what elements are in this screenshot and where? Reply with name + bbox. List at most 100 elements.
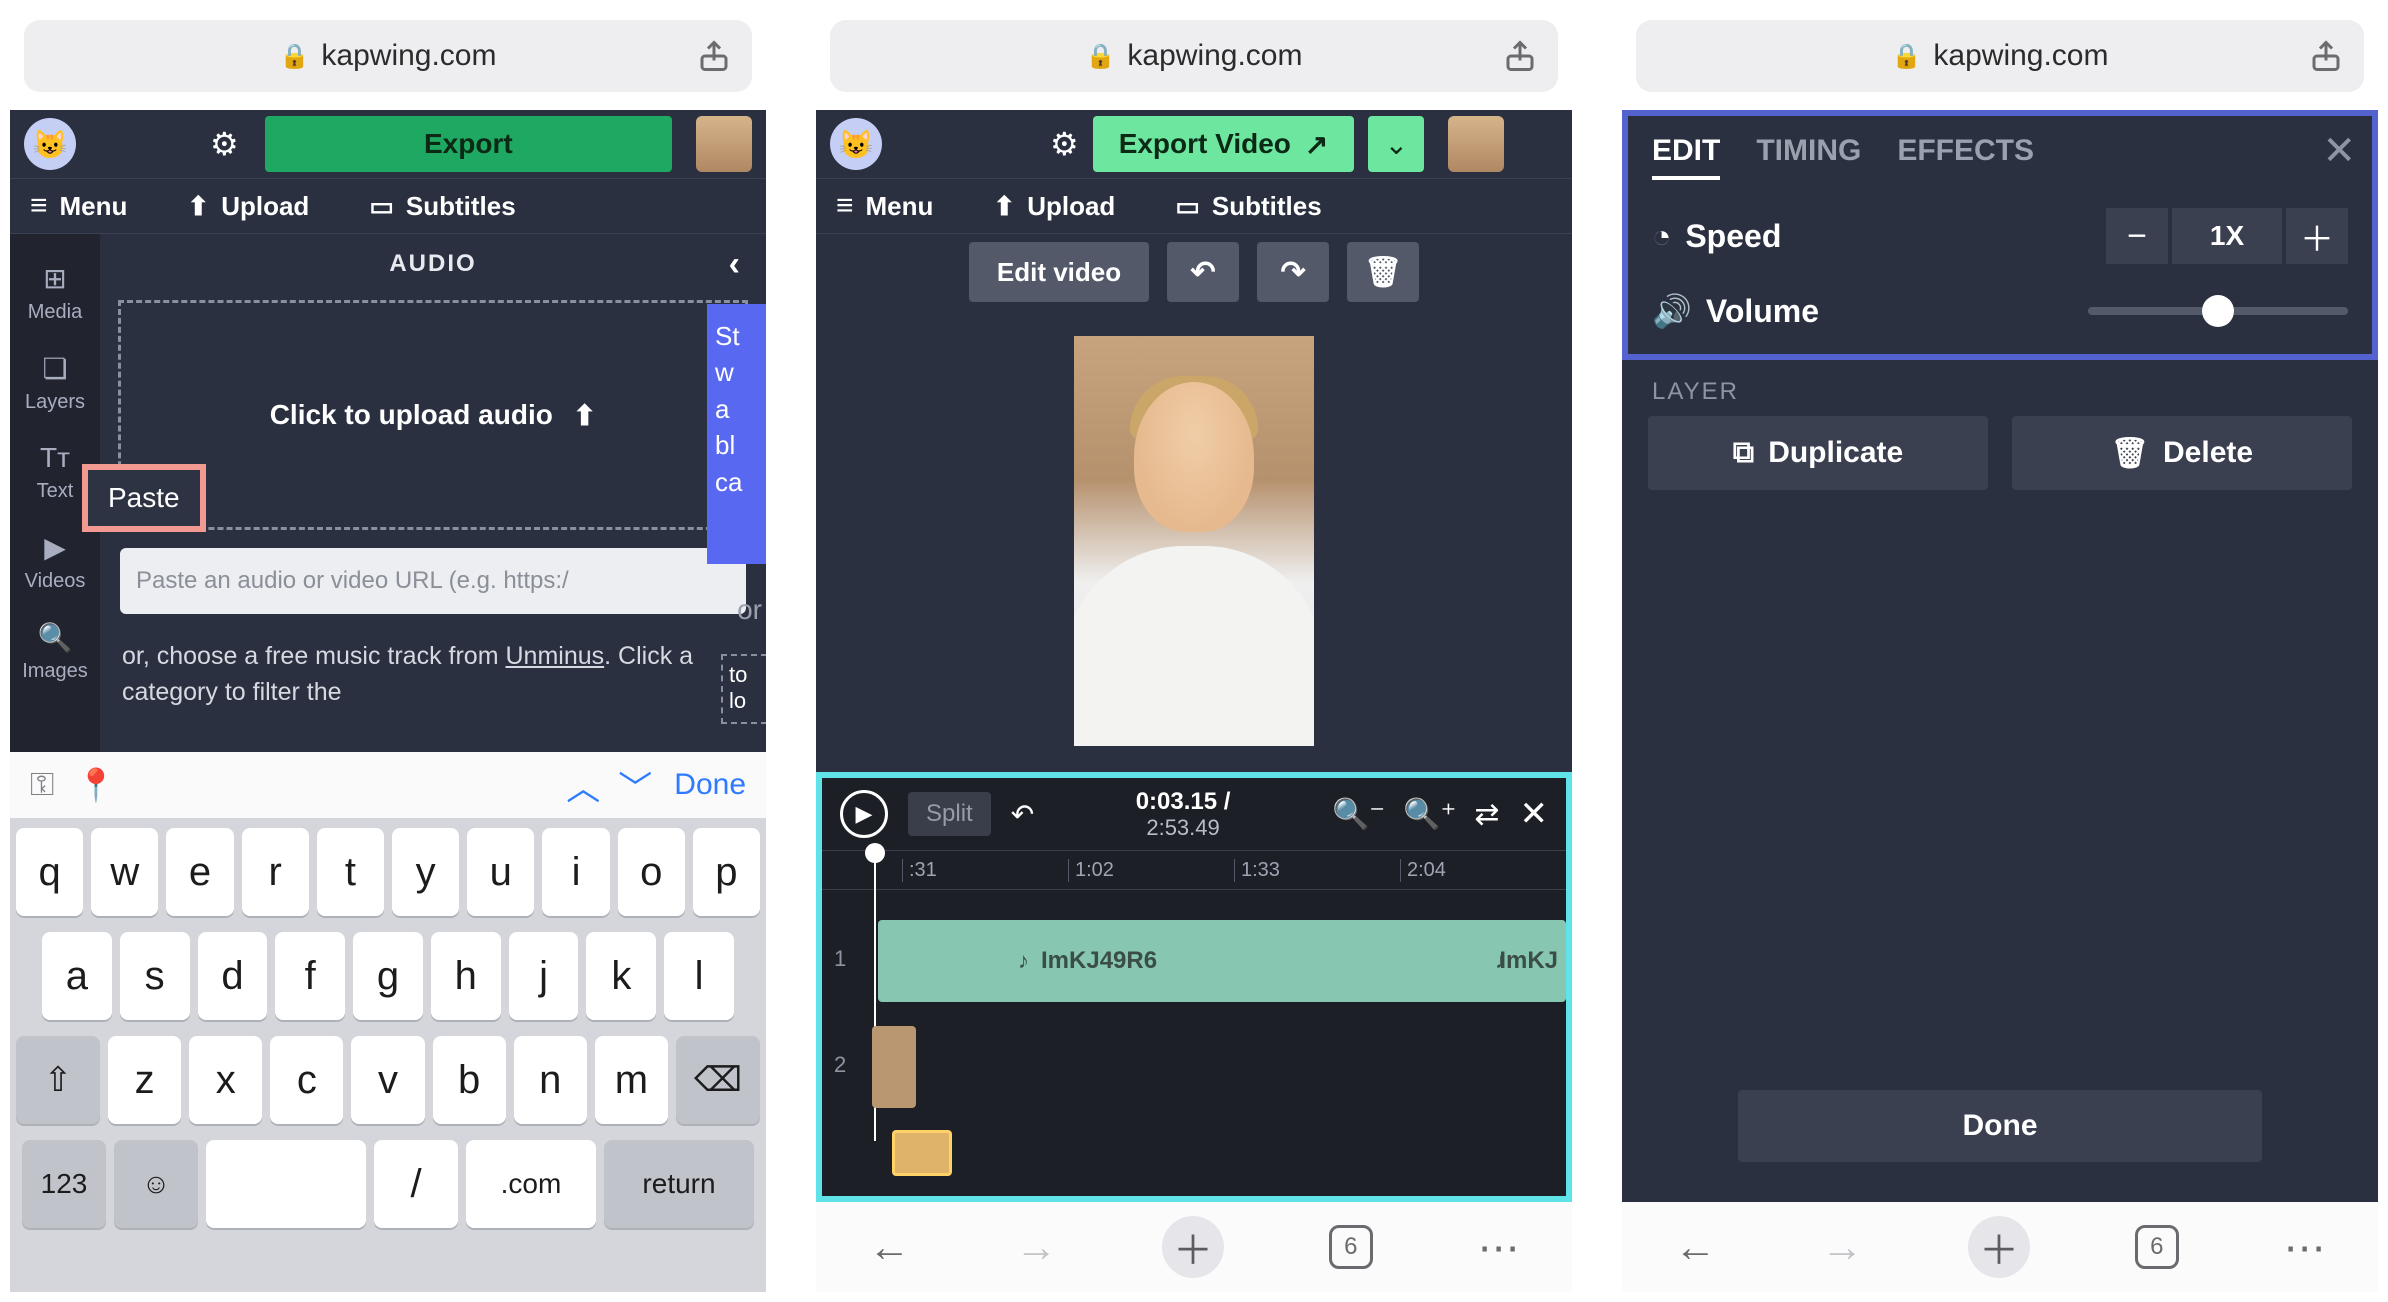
passwords-icon[interactable]: ⚿ xyxy=(30,766,54,804)
close-timeline-icon[interactable]: ✕ xyxy=(1520,794,1549,834)
slash-key[interactable]: / xyxy=(374,1140,458,1228)
side-media[interactable]: ⊞Media xyxy=(10,248,100,338)
slider-thumb[interactable] xyxy=(2202,295,2234,327)
share-icon[interactable] xyxy=(2308,38,2344,74)
kapwing-logo[interactable]: 😺 xyxy=(24,118,76,170)
avatar[interactable] xyxy=(1448,116,1504,172)
tab-timing[interactable]: TIMING xyxy=(1756,134,1861,180)
volume-slider[interactable] xyxy=(2088,307,2348,315)
side-layers[interactable]: ❏Layers xyxy=(10,338,100,428)
key-l[interactable]: l xyxy=(664,932,734,1020)
audio-clip[interactable]: ♪ ImKJ49R6 ♪ ImKJ xyxy=(878,920,1566,1002)
side-images[interactable]: 🔍Images xyxy=(10,607,100,697)
new-tab-button[interactable]: ＋ xyxy=(1968,1216,2030,1278)
speed-increase[interactable]: ＋ xyxy=(2286,208,2348,264)
key-m[interactable]: m xyxy=(595,1036,668,1124)
timeline-ruler[interactable]: :31 1:02 1:33 2:04 xyxy=(822,850,1566,890)
timeline-undo-icon[interactable]: ↶ xyxy=(1011,798,1034,831)
key-c[interactable]: c xyxy=(270,1036,343,1124)
export-video-button[interactable]: Export Video ↗ xyxy=(1093,116,1355,172)
export-button[interactable]: Export xyxy=(265,116,672,172)
upload-audio-dropzone[interactable]: Click to upload audio ⬆ xyxy=(118,300,748,530)
share-icon[interactable] xyxy=(696,38,732,74)
key-d[interactable]: d xyxy=(198,932,268,1020)
key-p[interactable]: p xyxy=(693,828,760,916)
numbers-key[interactable]: 123 xyxy=(22,1140,106,1228)
key-i[interactable]: i xyxy=(542,828,609,916)
key-q[interactable]: q xyxy=(16,828,83,916)
tab-count[interactable]: 6 xyxy=(2135,1225,2179,1269)
avatar[interactable] xyxy=(696,116,752,172)
key-z[interactable]: z xyxy=(108,1036,181,1124)
safari-address-bar[interactable]: 🔒 kapwing.com xyxy=(830,20,1558,92)
canvas-preview[interactable] xyxy=(816,310,1572,772)
next-field-icon[interactable]: ﹀ xyxy=(618,761,652,810)
prev-field-icon[interactable]: ︿ xyxy=(566,761,600,810)
key-v[interactable]: v xyxy=(351,1036,424,1124)
paste-menu-item[interactable]: Paste xyxy=(82,464,206,532)
key-u[interactable]: u xyxy=(467,828,534,916)
back-icon[interactable]: ‹ xyxy=(729,245,742,284)
emoji-key[interactable]: ☺ xyxy=(114,1140,198,1228)
space-key[interactable] xyxy=(206,1140,366,1228)
key-b[interactable]: b xyxy=(433,1036,506,1124)
forward-icon[interactable]: → xyxy=(1821,1223,1863,1271)
keyboard-done[interactable]: Done xyxy=(674,768,746,802)
key-e[interactable]: e xyxy=(166,828,233,916)
menu-button[interactable]: ≡Menu xyxy=(30,189,127,223)
kapwing-logo[interactable]: 😺 xyxy=(830,118,882,170)
key-t[interactable]: t xyxy=(317,828,384,916)
undo-button[interactable]: ↶ xyxy=(1167,242,1239,302)
new-tab-button[interactable]: ＋ xyxy=(1162,1216,1224,1278)
share-icon[interactable] xyxy=(1502,38,1538,74)
done-button[interactable]: Done xyxy=(1738,1090,2262,1162)
play-button[interactable]: ▶ xyxy=(840,790,888,838)
gear-icon[interactable]: ⚙ xyxy=(210,125,239,163)
zoom-out-icon[interactable]: 🔍⁻ xyxy=(1332,797,1385,832)
tab-effects[interactable]: EFFECTS xyxy=(1897,134,2034,180)
tab-edit[interactable]: EDIT xyxy=(1652,134,1720,180)
upload-button[interactable]: ⬆Upload xyxy=(187,191,309,222)
delete-button[interactable]: 🗑 xyxy=(1347,242,1419,302)
key-n[interactable]: n xyxy=(514,1036,587,1124)
location-icon[interactable]: 📍 xyxy=(76,766,116,804)
key-y[interactable]: y xyxy=(392,828,459,916)
key-w[interactable]: w xyxy=(91,828,158,916)
subtitles-button[interactable]: ▭Subtitles xyxy=(1175,191,1321,222)
key-h[interactable]: h xyxy=(431,932,501,1020)
key-a[interactable]: a xyxy=(42,932,112,1020)
key-j[interactable]: j xyxy=(509,932,579,1020)
return-key[interactable]: return xyxy=(604,1140,754,1228)
backspace-key[interactable]: ⌫ xyxy=(676,1036,760,1124)
dotcom-key[interactable]: .com xyxy=(466,1140,596,1228)
key-f[interactable]: f xyxy=(275,932,345,1020)
back-icon[interactable]: ← xyxy=(868,1223,910,1271)
delete-button[interactable]: 🗑Delete xyxy=(2012,416,2352,490)
edit-video-button[interactable]: Edit video xyxy=(969,242,1149,302)
menu-button[interactable]: ≡Menu xyxy=(836,189,933,223)
key-s[interactable]: s xyxy=(120,932,190,1020)
key-x[interactable]: x xyxy=(189,1036,262,1124)
close-icon[interactable]: ✕ xyxy=(2322,128,2356,174)
selected-clip[interactable] xyxy=(892,1130,952,1176)
forward-icon[interactable]: → xyxy=(1015,1223,1057,1271)
unminus-link[interactable]: Unminus xyxy=(505,642,604,670)
timeline-tracks[interactable]: 1 2 ♪ ImKJ49R6 ♪ ImKJ xyxy=(822,890,1566,1196)
audio-url-input[interactable]: Paste an audio or video URL (e.g. https:… xyxy=(120,548,746,614)
fit-icon[interactable]: ⇄ xyxy=(1474,797,1499,832)
safari-address-bar[interactable]: 🔒 kapwing.com xyxy=(1636,20,2364,92)
key-r[interactable]: r xyxy=(242,828,309,916)
key-g[interactable]: g xyxy=(353,932,423,1020)
more-icon[interactable]: ⋯ xyxy=(1478,1223,1520,1272)
subtitles-button[interactable]: ▭Subtitles xyxy=(369,191,515,222)
zoom-in-icon[interactable]: 🔍⁺ xyxy=(1403,797,1456,832)
video-clip[interactable] xyxy=(872,1026,916,1108)
duplicate-button[interactable]: ⧉Duplicate xyxy=(1648,416,1988,490)
upload-button[interactable]: ⬆Upload xyxy=(993,191,1115,222)
redo-button[interactable]: ↷ xyxy=(1257,242,1329,302)
split-button[interactable]: Split xyxy=(908,792,991,836)
key-k[interactable]: k xyxy=(586,932,656,1020)
gear-icon[interactable]: ⚙ xyxy=(1050,125,1079,163)
more-icon[interactable]: ⋯ xyxy=(2284,1223,2326,1272)
back-icon[interactable]: ← xyxy=(1674,1223,1716,1271)
